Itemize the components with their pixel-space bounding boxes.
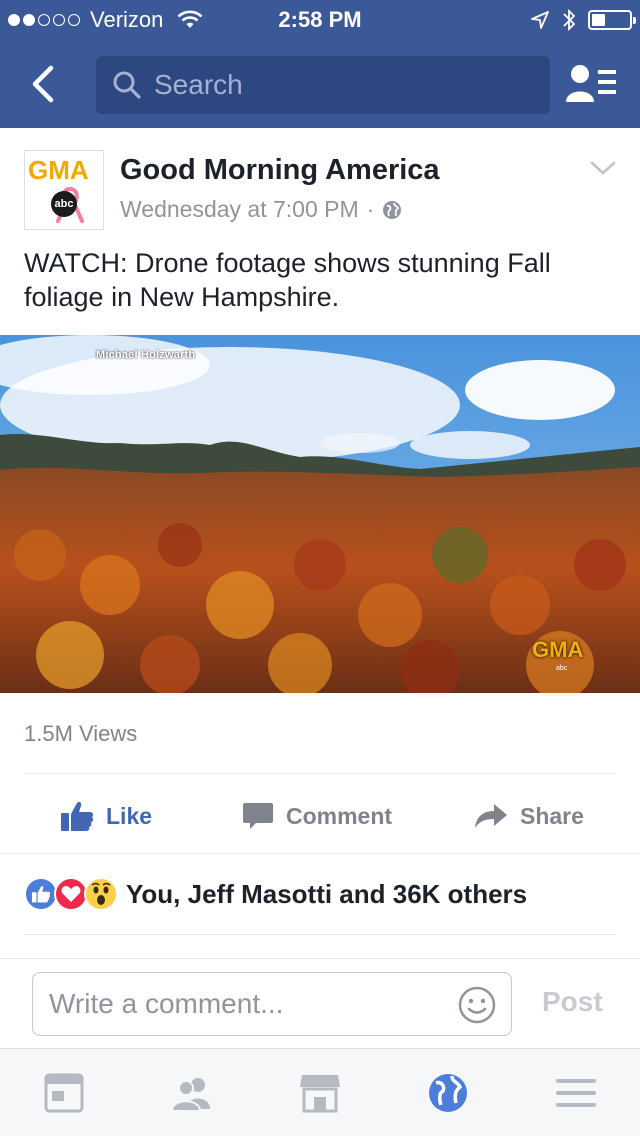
comment-placeholder: Write a comment... [49,988,284,1019]
page-avatar[interactable]: GMA abc [24,150,104,230]
meta-separator: · [366,196,375,222]
battery-icon [588,10,636,30]
battery-level [592,14,605,26]
top-header: Verizon 2:58 PM Search [0,0,640,128]
status-bar: Verizon 2:58 PM [0,0,640,40]
search-input[interactable]: Search [96,56,550,114]
post-button[interactable]: Post [542,986,603,1018]
status-right [530,8,636,32]
menu-icon[interactable] [554,1071,598,1115]
video-player[interactable]: Michael Holzwarth GMA abc [0,335,640,693]
search-icon [113,71,141,99]
comment-composer: Write a comment... Post [0,960,640,1048]
post-caption: WATCH: Drone footage shows stunning Fall… [24,248,551,312]
post-actions: Like Comment Share [0,780,640,852]
like-label: Like [106,802,153,829]
reactions-text: You, Jeff Masotti and 36K others [126,878,528,909]
chevron-down-icon[interactable] [588,158,618,178]
comment-input[interactable]: Write a comment... [32,972,512,1036]
thumbs-up-icon [61,802,94,831]
like-reaction-icon [24,877,58,911]
view-count: 1.5M Views [24,721,138,746]
globe-privacy-icon [383,200,402,219]
search-placeholder: Search [154,69,243,100]
comment-bubble-icon [243,803,273,829]
like-button[interactable]: Like [60,780,152,852]
bottom-tab-bar [0,1048,640,1136]
avatar-network-badge: abc [51,191,77,217]
friends-icon[interactable] [170,1071,214,1115]
divider [0,853,640,854]
news-feed-icon[interactable] [42,1071,86,1115]
friend-requests-icon[interactable] [566,62,618,106]
marketplace-icon[interactable] [298,1071,342,1115]
smiley-icon[interactable] [457,985,497,1025]
wow-reaction-icon [84,877,118,911]
divider [0,958,640,959]
navigation-bar: Search [0,40,640,128]
divider [24,934,616,935]
love-reaction-icon [54,877,88,911]
share-label: Share [520,802,584,829]
bluetooth-icon [563,8,576,32]
globe-notifications-icon[interactable] [426,1071,470,1115]
comment-label: Comment [286,802,393,829]
share-button[interactable]: Share [474,780,584,852]
post-timestamp[interactable]: Wednesday at 7:00 PM [120,196,359,223]
video-watermark: GMA [532,637,584,662]
post-meta: Wednesday at 7:00 PM · [120,196,402,223]
divider [24,773,616,774]
location-arrow-icon [531,11,549,29]
reactions-summary[interactable]: You, Jeff Masotti and 36K others [24,874,527,914]
back-chevron-icon[interactable] [24,64,64,104]
video-credit: Michael Holzwarth [96,349,196,361]
video-watermark-network: abc [556,665,568,672]
avatar-logo-text: GMA [28,155,89,185]
share-arrow-icon [475,804,507,828]
comment-button[interactable]: Comment [242,780,392,852]
page-name[interactable]: Good Morning America [120,154,440,187]
